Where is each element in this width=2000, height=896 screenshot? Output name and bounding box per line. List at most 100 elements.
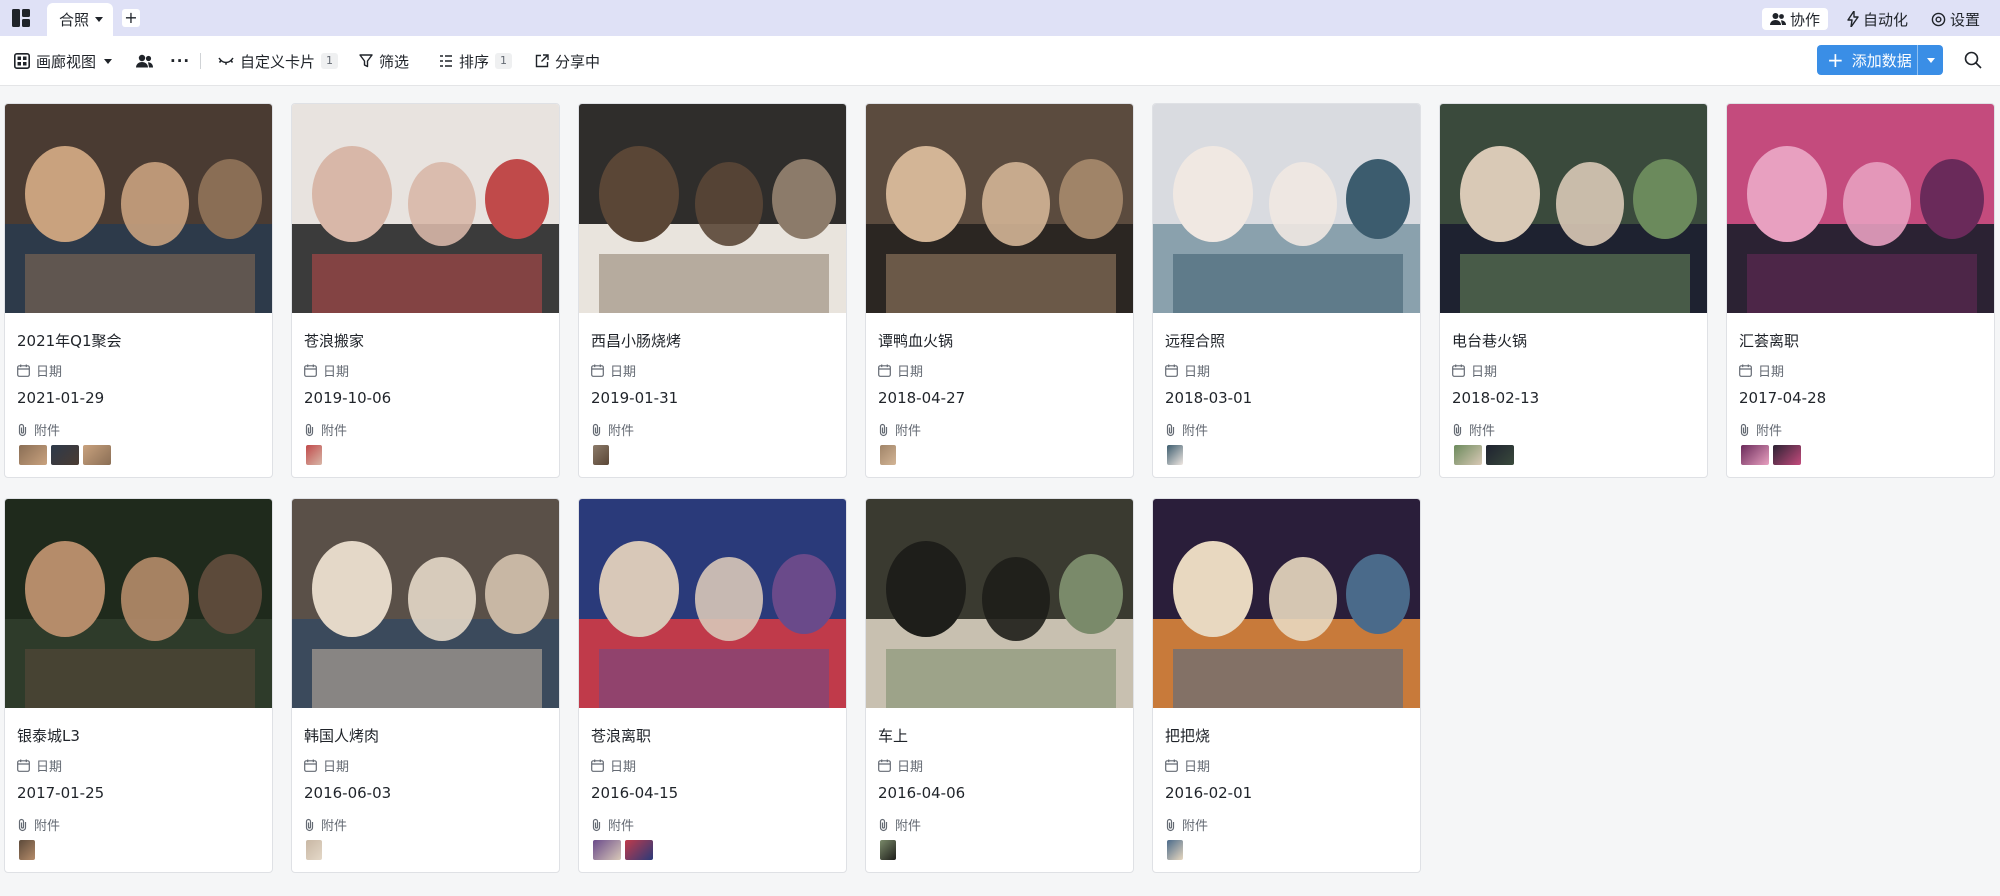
gallery-card[interactable]: 远程合照 日期 2018-03-01 附件	[1152, 103, 1421, 478]
attachment-thumbnails	[1454, 445, 1514, 465]
gallery-card[interactable]: 把把烧 日期 2016-02-01 附件	[1152, 498, 1421, 873]
attachment-field-label: 附件	[878, 815, 921, 834]
attachment-thumbnail[interactable]	[1454, 445, 1482, 465]
collaborate-button[interactable]: 协作	[1762, 8, 1829, 30]
attachment-field-label: 附件	[304, 420, 347, 439]
attachment-thumbnail[interactable]	[1167, 445, 1183, 465]
attachment-thumbnails	[880, 445, 896, 465]
card-date: 2018-02-13	[1452, 389, 1540, 407]
filter-button[interactable]: 筛选	[359, 50, 409, 72]
attachment-thumbnail[interactable]	[19, 840, 35, 860]
attachment-thumbnail[interactable]	[1486, 445, 1514, 465]
date-field-label: 日期	[17, 361, 62, 380]
attachment-thumbnail[interactable]	[625, 840, 653, 860]
paperclip-icon	[1166, 423, 1175, 436]
paperclip-icon	[879, 423, 888, 436]
card-title: 车上	[878, 727, 909, 745]
attachment-label-text: 附件	[321, 424, 348, 439]
card-title: 苍浪搬家	[304, 332, 365, 350]
gallery-card[interactable]: 谭鸭血火锅 日期 2018-04-27 附件	[865, 103, 1134, 478]
view-toolbar: 画廊视图 ··· 自定义卡片 1 筛选 排序 1 分享中 + 添加数据	[0, 36, 2000, 86]
settings-button[interactable]: 设置	[1931, 8, 1980, 30]
attachment-field-label: 附件	[1165, 815, 1208, 834]
date-field-label: 日期	[1165, 756, 1210, 775]
attachment-thumbnail[interactable]	[1167, 840, 1183, 860]
card-title: 西昌小肠烧烤	[591, 332, 682, 350]
cover-photo	[866, 104, 1133, 313]
attachment-thumbnails	[880, 840, 896, 860]
attachment-thumbnail[interactable]	[593, 840, 621, 860]
automation-label: 自动化	[1863, 10, 1909, 29]
calendar-icon	[1165, 364, 1178, 377]
filter-icon	[359, 54, 373, 68]
attachment-thumbnail[interactable]	[1773, 445, 1801, 465]
attachment-thumbnail[interactable]	[306, 840, 322, 860]
view-switcher[interactable]: 画廊视图	[14, 50, 113, 72]
attachment-thumbnail[interactable]	[19, 445, 47, 465]
date-label-text: 日期	[1471, 365, 1498, 380]
tab-group-photo[interactable]: 合照	[47, 3, 113, 36]
add-data-button[interactable]: + 添加数据	[1817, 45, 1943, 75]
chevron-down-icon	[104, 58, 113, 64]
attachment-field-label: 附件	[591, 815, 634, 834]
search-icon[interactable]	[1964, 51, 1982, 69]
share-button[interactable]: 分享中	[535, 50, 600, 72]
add-data-main[interactable]: + 添加数据	[1817, 45, 1917, 75]
chevron-down-icon[interactable]	[95, 17, 104, 22]
members-button[interactable]	[136, 50, 159, 72]
paperclip-icon	[879, 818, 888, 831]
attachment-thumbnail[interactable]	[880, 840, 896, 860]
add-tab-button[interactable]: +	[122, 9, 140, 27]
card-date: 2016-04-15	[591, 784, 679, 802]
card-title: 谭鸭血火锅	[878, 332, 954, 350]
attachment-label-text: 附件	[34, 819, 61, 834]
date-label-text: 日期	[897, 760, 924, 775]
attachment-field-label: 附件	[1165, 420, 1208, 439]
attachment-label-text: 附件	[895, 819, 922, 834]
paperclip-icon	[1166, 818, 1175, 831]
calendar-icon	[1165, 759, 1178, 772]
attachment-thumbnails	[19, 445, 111, 465]
tab-bar: 合照 + 协作 自动化 设置	[0, 0, 2000, 36]
gallery-card[interactable]: 2021年Q1聚会 日期 2021-01-29 附件	[4, 103, 273, 478]
gallery-card[interactable]: 苍浪搬家 日期 2019-10-06 附件	[291, 103, 560, 478]
attachment-label-text: 附件	[895, 424, 922, 439]
calendar-icon	[878, 364, 891, 377]
card-title: 汇荟离职	[1739, 332, 1800, 350]
gallery-card[interactable]: 汇荟离职 日期 2017-04-28 附件	[1726, 103, 1995, 478]
lightning-icon	[1847, 11, 1859, 27]
people-icon	[136, 54, 153, 68]
card-date: 2021-01-29	[17, 389, 105, 407]
attachment-field-label: 附件	[878, 420, 921, 439]
gallery-card[interactable]: 西昌小肠烧烤 日期 2019-01-31 附件	[578, 103, 847, 478]
gallery-card[interactable]: 韩国人烤肉 日期 2016-06-03 附件	[291, 498, 560, 873]
attachment-thumbnail[interactable]	[1741, 445, 1769, 465]
card-title: 把把烧	[1165, 727, 1211, 745]
add-data-dropdown[interactable]	[1917, 45, 1943, 75]
card-date: 2018-03-01	[1165, 389, 1253, 407]
automation-button[interactable]: 自动化	[1847, 8, 1908, 30]
attachment-thumbnail[interactable]	[593, 445, 609, 465]
attachment-thumbnails	[1167, 445, 1183, 465]
sort-button[interactable]: 排序 1	[439, 50, 513, 72]
date-label-text: 日期	[610, 760, 637, 775]
attachment-field-label: 附件	[17, 815, 60, 834]
attachment-thumbnails	[306, 840, 322, 860]
attachment-thumbnail[interactable]	[51, 445, 79, 465]
card-title: 远程合照	[1165, 332, 1226, 350]
gallery-card[interactable]: 电台巷火锅 日期 2018-02-13 附件	[1439, 103, 1708, 478]
gallery-card[interactable]: 车上 日期 2016-04-06 附件	[865, 498, 1134, 873]
date-label-text: 日期	[1184, 760, 1211, 775]
more-button[interactable]: ···	[170, 50, 190, 72]
card-date: 2016-04-06	[878, 784, 966, 802]
custom-card-button[interactable]: 自定义卡片 1	[218, 50, 339, 72]
attachment-thumbnail[interactable]	[306, 445, 322, 465]
layout-grid-icon[interactable]	[12, 9, 30, 27]
attachment-thumbnail[interactable]	[880, 445, 896, 465]
paperclip-icon	[592, 423, 601, 436]
gallery-card[interactable]: 苍浪离职 日期 2016-04-15 附件	[578, 498, 847, 873]
cover-photo	[1153, 104, 1420, 313]
gallery-card[interactable]: 银泰城L3 日期 2017-01-25 附件	[4, 498, 273, 873]
attachment-thumbnail[interactable]	[83, 445, 111, 465]
add-data-label: 添加数据	[1851, 51, 1912, 70]
